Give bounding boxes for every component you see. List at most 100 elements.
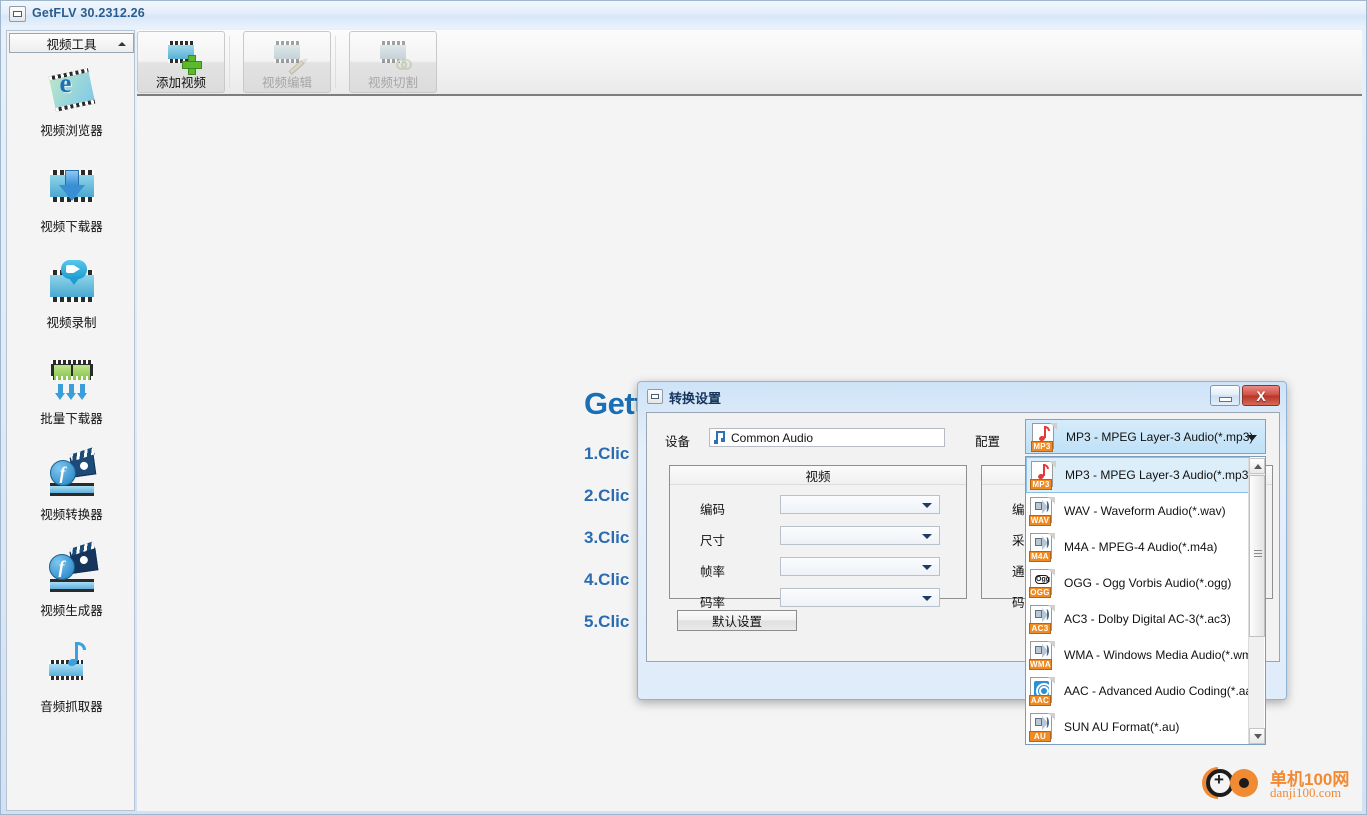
chevron-down-icon[interactable] — [1247, 435, 1257, 441]
mp3-file-icon: MP3 — [1029, 460, 1057, 490]
chevron-down-icon — [922, 503, 932, 508]
m4a-file-icon: M4A — [1028, 532, 1056, 562]
close-label: X — [1256, 387, 1266, 404]
sidebar-item-batch-downloader[interactable]: 批量下载器 — [9, 346, 134, 442]
scroll-down-icon[interactable] — [1249, 728, 1265, 744]
mp3-file-icon: MP3 — [1030, 422, 1058, 452]
sidebar-item-video-generator[interactable]: f 视频生成器 — [9, 538, 134, 634]
dropdown-option-label: SUN AU Format(*.au) — [1064, 720, 1180, 734]
dropdown-option-label: OGG - Ogg Vorbis Audio(*.ogg) — [1064, 576, 1232, 590]
dropdown-option-wav[interactable]: WAV WAV - Waveform Audio(*.wav) — [1026, 493, 1250, 529]
dropdown-option-label: WAV - Waveform Audio(*.wav) — [1064, 504, 1226, 518]
chevron-down-icon — [922, 596, 932, 601]
chevron-up-icon[interactable] — [118, 42, 126, 46]
sidebar-item-video-converter[interactable]: f 视频转换器 — [9, 442, 134, 538]
video-groupbox-title: 视频 — [670, 466, 966, 485]
add-video-icon — [164, 37, 202, 75]
cut-video-icon — [376, 37, 412, 71]
sidebar-header[interactable]: 视频工具 — [9, 33, 134, 53]
dropdown-option-mp3[interactable]: MP3 MP3 - MPEG Layer-3 Audio(*.mp3) — [1026, 457, 1253, 493]
video-framerate-combo[interactable] — [780, 557, 940, 576]
watermark-line2: danji100.com — [1270, 785, 1342, 800]
sidebar-item-label: 视频转换器 — [40, 508, 103, 522]
sidebar-item-label: 视频浏览器 — [40, 124, 103, 138]
toolbar-button-label: 添加视频 — [155, 76, 206, 90]
dialog-titlebar: 转换设置 X — [638, 382, 1286, 410]
video-generator-icon: f — [48, 546, 98, 594]
dropdown-option-aac[interactable]: AAC AAC - Advanced Audio Coding(*.aac) — [1026, 673, 1262, 709]
video-bitrate-combo[interactable] — [780, 588, 940, 607]
scrollbar-thumb[interactable] — [1249, 475, 1265, 637]
sidebar-item-list: e 视频浏览器 视频下载器 视频录制 批量下载器 f 视频转换器 f 视频生成器… — [9, 58, 134, 808]
window-titlebar: GetFLV 30.2312.26 — [1, 1, 1366, 28]
toolbar: 添加视频 视频编辑 视频切割 — [137, 30, 1362, 96]
config-dropdown-list: MP3 MP3 - MPEG Layer-3 Audio(*.mp3) WAV … — [1025, 456, 1266, 745]
dropdown-option-label: M4A - MPEG-4 Audio(*.m4a) — [1064, 540, 1218, 554]
file-badge: AAC — [1029, 695, 1051, 706]
system-menu-icon[interactable] — [9, 6, 26, 22]
file-badge: AC3 — [1029, 623, 1051, 634]
dropdown-option-wma[interactable]: WMA WMA - Windows Media Audio(*.wma) — [1026, 637, 1263, 673]
dropdown-option-ac3[interactable]: AC3 AC3 - Dolby Digital AC-3(*.ac3) — [1026, 601, 1250, 637]
dropdown-option-m4a[interactable]: M4A M4A - MPEG-4 Audio(*.m4a) — [1026, 529, 1250, 565]
ac3-file-icon: AC3 — [1028, 604, 1056, 634]
sidebar-item-label: 视频录制 — [46, 316, 97, 330]
au-file-icon: AU — [1028, 712, 1056, 742]
dropdown-option-ogg[interactable]: Ogg OGG OGG - Ogg Vorbis Audio(*.ogg) — [1026, 565, 1250, 601]
dialog-system-menu-icon[interactable] — [647, 389, 663, 404]
wav-file-icon: WAV — [1028, 496, 1056, 526]
file-badge: WMA — [1029, 659, 1052, 670]
window-title: GetFLV 30.2312.26 — [32, 6, 145, 20]
sidebar-item-label: 视频下载器 — [40, 220, 103, 234]
edit-video-button[interactable]: 视频编辑 — [243, 31, 331, 93]
video-recorder-icon — [48, 258, 96, 306]
dialog-title: 转换设置 — [669, 391, 722, 406]
close-icon[interactable]: X — [1242, 385, 1280, 406]
video-groupbox: 视频 编码 尺寸 帧率 码率 — [669, 465, 967, 610]
dropdown-option-au[interactable]: AU SUN AU Format(*.au) — [1026, 709, 1250, 744]
video-converter-icon: f — [48, 450, 96, 498]
default-settings-button[interactable]: 默认设置 — [677, 610, 797, 631]
cut-video-button[interactable]: 视频切割 — [349, 31, 437, 93]
application-window: GetFLV 30.2312.26 视频工具 e 视频浏览器 视频下载器 视频录… — [0, 0, 1367, 815]
sidebar-item-video-downloader[interactable]: 视频下载器 — [9, 154, 134, 250]
sidebar-item-label: 批量下载器 — [40, 412, 103, 426]
video-size-combo[interactable] — [780, 526, 940, 545]
video-codec-label: 编码 — [700, 503, 726, 517]
music-note-icon — [714, 431, 726, 444]
dropdown-option-label: WMA - Windows Media Audio(*.wma) — [1064, 648, 1263, 662]
sidebar-item-label: 音频抓取器 — [40, 700, 103, 714]
chevron-down-icon — [922, 565, 932, 570]
sidebar-item-label: 视频生成器 — [40, 604, 103, 618]
config-combobox-value: MP3 - MPEG Layer-3 Audio(*.mp3) — [1066, 429, 1254, 444]
video-size-label: 尺寸 — [700, 534, 726, 548]
video-codec-combo[interactable] — [780, 495, 940, 514]
sidebar-item-audio-grabber[interactable]: 音频抓取器 — [9, 634, 134, 730]
audio-grabber-icon — [40, 637, 103, 695]
dropdown-options: MP3 MP3 - MPEG Layer-3 Audio(*.mp3) WAV … — [1026, 457, 1263, 744]
file-badge: AU — [1029, 731, 1051, 742]
device-label: 设备 — [665, 435, 691, 449]
video-bitrate-label: 码率 — [700, 596, 726, 610]
sidebar-item-video-recorder[interactable]: 视频录制 — [9, 250, 134, 346]
ogg-file-icon: Ogg OGG — [1028, 568, 1056, 598]
dropdown-option-label: MP3 - MPEG Layer-3 Audio(*.mp3) — [1065, 468, 1253, 482]
toolbar-button-label: 视频切割 — [367, 76, 418, 90]
file-badge: MP3 — [1030, 479, 1052, 490]
scroll-up-icon[interactable] — [1249, 458, 1265, 474]
toolbar-separator — [229, 36, 230, 88]
minimize-icon[interactable] — [1210, 385, 1240, 406]
watermark-logo-icon — [1202, 767, 1266, 801]
config-label: 配置 — [975, 435, 1001, 449]
add-video-button[interactable]: 添加视频 — [137, 31, 225, 93]
dropdown-scrollbar[interactable] — [1248, 458, 1265, 744]
batch-downloader-icon — [48, 354, 96, 402]
file-badge: OGG — [1029, 587, 1051, 598]
file-badge: WAV — [1029, 515, 1051, 526]
dropdown-option-label: AAC - Advanced Audio Coding(*.aac) — [1064, 684, 1263, 698]
config-combobox[interactable]: MP3 MP3 - MPEG Layer-3 Audio(*.mp3) — [1025, 419, 1266, 454]
edit-video-icon — [270, 37, 305, 76]
aac-file-icon: AAC — [1028, 676, 1056, 706]
sidebar-item-video-browser[interactable]: e 视频浏览器 — [9, 58, 134, 154]
device-field[interactable]: Common Audio — [709, 428, 945, 447]
